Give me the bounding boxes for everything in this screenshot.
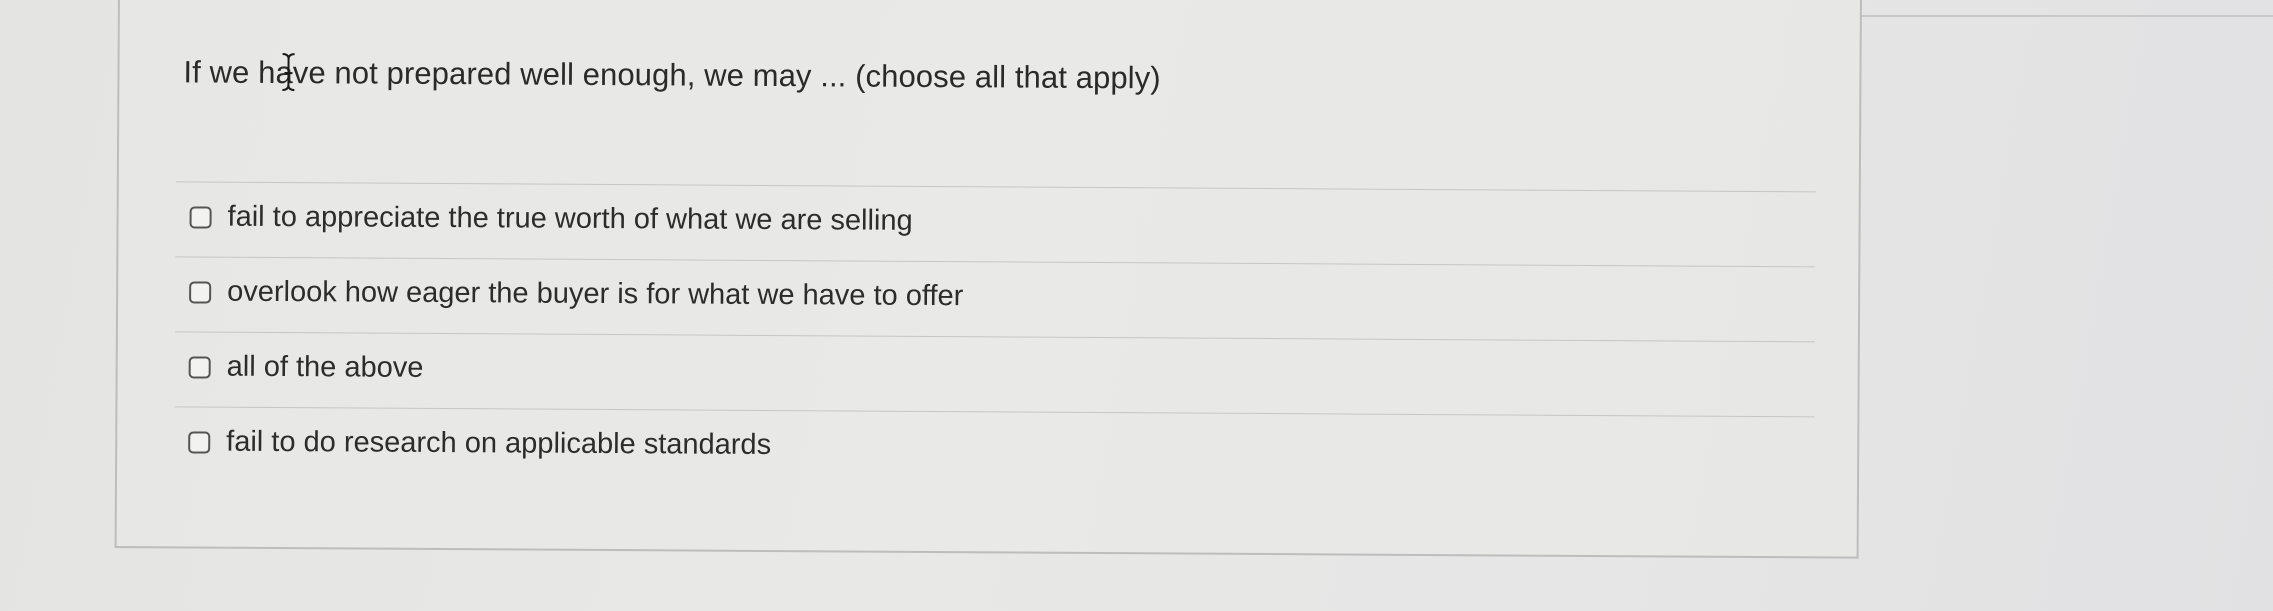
option-label: fail to appreciate the true worth of wha… [227,200,913,237]
checkbox[interactable] [189,206,212,229]
page-divider-line [1860,15,2273,17]
answer-options: fail to appreciate the true worth of wha… [173,181,1816,492]
checkbox[interactable] [188,431,211,454]
text-cursor-icon [282,53,295,92]
option-label: overlook how eager the buyer is for what… [227,275,964,313]
question-card: If we have not prepared well enough, we … [114,0,1862,559]
option-label: all of the above [226,350,424,384]
checkbox[interactable] [188,356,211,379]
answer-option[interactable]: all of the above [174,331,1815,417]
checkbox[interactable] [189,281,212,304]
answer-option[interactable]: overlook how eager the buyer is for what… [174,256,1816,342]
answer-option[interactable]: fail to do research on applicable standa… [173,406,1815,492]
option-label: fail to do research on applicable standa… [226,425,772,461]
answer-option[interactable]: fail to appreciate the true worth of wha… [175,181,1816,267]
question-prompt: If we have not prepared well enough, we … [183,54,1161,96]
